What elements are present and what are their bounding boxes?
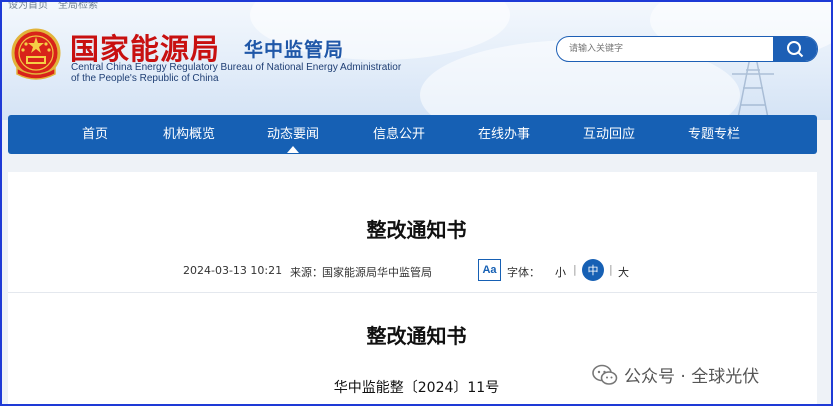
national-emblem-icon: [11, 28, 61, 80]
top-utility-bar: 设为首页 全局检索: [8, 0, 98, 11]
main-nav: 首页 机构概览 动态要闻 信息公开 在线办事 互动回应 专题专栏: [8, 115, 817, 154]
search-icon: [787, 41, 804, 58]
article-date: 2024-03-13 10:21: [183, 264, 283, 277]
site-header: 设为首页 全局检索 国家能源局 华中监管局 Central China Ener…: [0, 0, 833, 120]
font-size-small[interactable]: 小: [555, 264, 566, 280]
site-english-name-line1: Central China Energy Regulatory Bureau o…: [71, 62, 402, 73]
font-size-large[interactable]: 大: [618, 264, 629, 280]
search-box: [556, 36, 818, 62]
nav-item-home[interactable]: 首页: [82, 115, 108, 154]
article-source-label: 来源：: [290, 266, 323, 279]
nav-item-special-topics[interactable]: 专题专栏: [688, 115, 740, 154]
nav-item-organization[interactable]: 机构概览: [163, 115, 215, 154]
set-homepage-link[interactable]: 设为首页: [8, 0, 48, 11]
wechat-watermark: 公众号 · 全球光伏: [592, 362, 759, 387]
active-nav-indicator: [287, 146, 299, 153]
nav-item-online-service[interactable]: 在线办事: [478, 115, 530, 154]
nav-item-info-disclosure[interactable]: 信息公开: [373, 115, 425, 154]
site-subtitle[interactable]: 华中监管局: [244, 35, 344, 62]
font-size-icon: Aa: [478, 259, 501, 281]
wechat-icon: [592, 364, 618, 385]
watermark-text: 公众号 · 全球光伏: [624, 367, 760, 387]
article-source: 国家能源局华中监管局: [322, 266, 432, 279]
search-input[interactable]: [569, 37, 769, 61]
article-body-title: 整改通知书: [366, 324, 467, 348]
font-size-medium[interactable]: 中: [582, 259, 604, 281]
article-divider: [8, 292, 817, 293]
search-button[interactable]: [773, 37, 817, 61]
global-search-link[interactable]: 全局检索: [58, 0, 98, 11]
font-size-separator: |: [573, 263, 577, 276]
nav-item-interaction[interactable]: 互动回应: [583, 115, 635, 154]
article-title: 整改通知书: [366, 218, 467, 242]
font-size-label: 字体：: [507, 266, 540, 279]
site-english-name-line2: of the People's Republic of China: [71, 73, 219, 84]
font-size-separator: |: [609, 263, 613, 276]
